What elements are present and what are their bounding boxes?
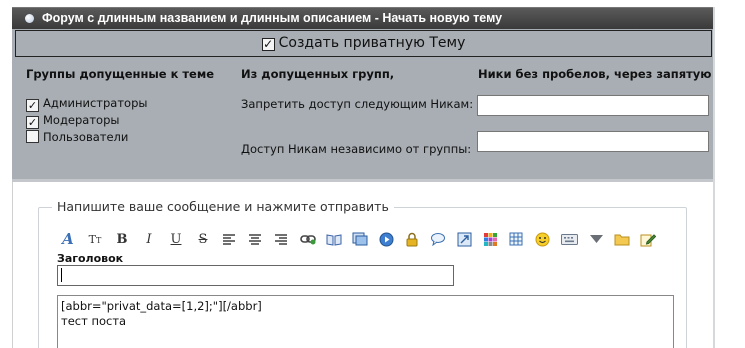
align-right-icon[interactable] — [271, 229, 291, 249]
group-users[interactable]: Пользователи — [26, 130, 128, 144]
private-topic-checkbox[interactable]: ✓ — [261, 38, 275, 51]
bullet-icon — [25, 14, 34, 23]
link-icon[interactable] — [298, 229, 318, 249]
bold-icon[interactable]: B — [112, 229, 132, 249]
group-moderators-checkbox[interactable]: ✓ — [26, 116, 39, 129]
resize-icon[interactable] — [454, 229, 474, 249]
private-topic-label: Создать приватную Тему — [278, 35, 466, 51]
video-icon[interactable] — [376, 229, 396, 249]
panel-divider — [12, 179, 713, 182]
page-title: Форум с длинным названием и длинным опис… — [42, 11, 503, 25]
smiley-icon[interactable] — [532, 229, 552, 249]
deny-nicks-label: Запретить доступ следующим Никам: — [241, 97, 474, 111]
font-face-icon[interactable]: A — [58, 229, 78, 249]
groups-heading: Группы допущенные к теме — [26, 67, 215, 81]
align-center-icon[interactable] — [245, 229, 265, 249]
text-caret — [61, 268, 62, 282]
strikethrough-icon[interactable]: S — [193, 229, 213, 249]
deny-nicks-input[interactable] — [477, 95, 709, 116]
group-admins-label: Администраторы — [43, 96, 148, 110]
page-header: Форум с длинным названием и длинным опис… — [12, 7, 713, 29]
lock-icon[interactable] — [402, 229, 422, 249]
message-line-1: [abbr="privat_data=[1,2];"][/abbr] — [61, 299, 262, 313]
speech-bubble-icon[interactable] — [428, 229, 448, 249]
group-admins-checkbox[interactable]: ✓ — [26, 99, 39, 112]
group-users-label: Пользователи — [43, 130, 129, 144]
group-moderators-label: Модераторы — [43, 113, 120, 127]
private-settings-panel: ✓ Создать приватную Тему Группы допущенны… — [12, 29, 713, 179]
underline-icon[interactable]: U — [166, 229, 186, 249]
table-icon[interactable] — [506, 229, 526, 249]
group-moderators[interactable]: ✓ Модераторы — [26, 113, 119, 129]
book-icon[interactable] — [324, 229, 344, 249]
subject-label: Заголовок — [57, 252, 124, 265]
image-icon[interactable] — [350, 229, 370, 249]
font-size-icon[interactable]: TT — [85, 229, 105, 249]
left-border — [12, 182, 13, 348]
allow-nicks-input[interactable] — [477, 131, 709, 152]
allow-nicks-label: Доступ Никам независимо от группы: — [241, 142, 472, 156]
italic-icon[interactable]: I — [139, 229, 159, 249]
group-users-checkbox[interactable] — [26, 130, 39, 143]
subject-input[interactable] — [57, 265, 454, 286]
message-textarea[interactable]: [abbr="privat_data=[1,2];"][/abbr] тест п… — [57, 295, 674, 348]
compose-legend: Напишите ваше сообщение и нажмите отправ… — [52, 199, 394, 214]
message-line-2: тест поста — [61, 314, 127, 328]
right-border — [713, 7, 715, 348]
keyboard-icon[interactable] — [559, 229, 579, 249]
from-groups-heading: Из допущенных групп, — [241, 67, 395, 81]
folder-icon[interactable] — [612, 229, 632, 249]
more-dropdown-icon[interactable] — [586, 229, 606, 249]
private-topic-toggle[interactable]: ✓ Создать приватную Тему — [15, 30, 712, 57]
group-admins[interactable]: ✓ Администраторы — [26, 96, 147, 112]
align-left-icon[interactable] — [219, 229, 239, 249]
edit-note-icon[interactable] — [638, 229, 658, 249]
nicks-heading: Ники без пробелов, через запятую — [478, 67, 712, 81]
color-palette-icon[interactable] — [480, 229, 500, 249]
